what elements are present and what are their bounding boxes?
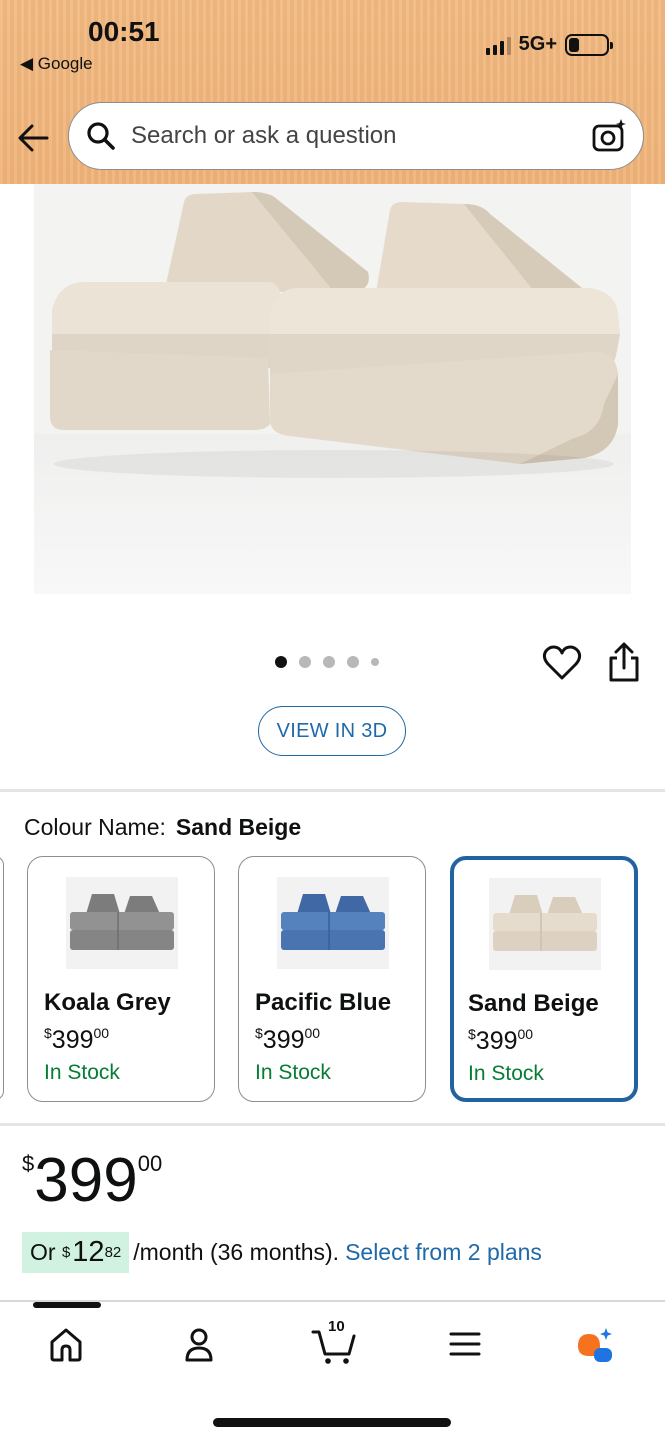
signal-icon [485, 35, 511, 55]
section-divider [0, 789, 665, 792]
swatch-price: $39900 [255, 1025, 321, 1054]
share-icon[interactable] [605, 642, 643, 684]
search-icon [87, 122, 115, 150]
search-bar[interactable]: Search or ask a question [68, 102, 644, 170]
swatch-name: Pacific Blue [255, 989, 392, 1016]
swatch-thumbnail [277, 877, 389, 969]
carousel-dot[interactable] [323, 656, 335, 668]
battery-icon [565, 33, 613, 56]
product-image[interactable] [34, 184, 631, 594]
nav-rufus[interactable] [574, 1322, 618, 1366]
swatch-price: $39900 [44, 1025, 110, 1054]
nav-menu[interactable] [443, 1322, 487, 1366]
nav-cart[interactable]: 10 [310, 1318, 358, 1366]
sofa-image [50, 192, 620, 478]
swatch-option-sand-beige[interactable]: Sand Beige $39900 In Stock [450, 856, 638, 1102]
carousel-dot[interactable] [371, 658, 379, 666]
carousel-dot[interactable] [299, 656, 311, 668]
account-icon [185, 1328, 213, 1362]
cart-count-badge: 10 [328, 1318, 345, 1335]
swatch-option-pacific-blue[interactable]: Pacific Blue $39900 In Stock [238, 856, 426, 1102]
swatch-stock-status: In Stock [44, 1061, 120, 1084]
active-tab-indicator [33, 1302, 101, 1308]
camera-search-icon[interactable] [591, 118, 627, 154]
monthly-payment-row: Or $12 82 /month (36 months). Select from… [22, 1231, 542, 1273]
image-carousel-dots[interactable] [275, 656, 379, 668]
heart-icon[interactable] [542, 644, 582, 682]
back-arrow-icon[interactable] [16, 120, 52, 156]
section-divider [0, 1123, 665, 1126]
price-currency: $ [22, 1151, 35, 1176]
home-indicator [213, 1418, 451, 1427]
swatch-option-koala-grey[interactable]: Koala Grey $39900 In Stock [27, 856, 215, 1102]
swatch-name: Sand Beige [468, 990, 599, 1017]
nav-account[interactable] [177, 1322, 221, 1366]
swatch-stock-status: In Stock [255, 1061, 331, 1084]
carousel-dot[interactable] [275, 656, 287, 668]
colour-label: Colour Name: [24, 814, 166, 840]
nav-home[interactable] [44, 1322, 88, 1366]
monthly-payment-terms: /month (36 months). [133, 1238, 340, 1265]
back-to-app-link[interactable]: ◀ Google [20, 54, 93, 74]
price-main: 399 [34, 1146, 138, 1215]
swatch-thumbnail [66, 877, 178, 969]
status-time: 00:51 [88, 16, 160, 47]
swatch-stock-status: In Stock [468, 1062, 544, 1085]
colour-name-row: Colour Name: Sand Beige [24, 814, 301, 841]
network-type: 5G+ [518, 33, 557, 55]
select-plans-link[interactable]: Select from 2 plans [345, 1239, 542, 1266]
swatch-thumbnail [489, 878, 601, 970]
colour-selected-value: Sand Beige [175, 814, 302, 840]
price-cents: 00 [137, 1151, 163, 1176]
app-header: 00:51 ◀ Google 5G+ Search or ask a quest… [0, 0, 665, 184]
carousel-dot[interactable] [347, 656, 359, 668]
swatch-name: Koala Grey [44, 989, 171, 1016]
monthly-payment-highlight: Or $12 82 [22, 1231, 130, 1273]
home-icon [50, 1328, 82, 1362]
status-indicators: 5G+ [485, 33, 613, 56]
menu-icon [449, 1332, 481, 1356]
product-price: $39900 [22, 1150, 162, 1212]
view-in-3d-button[interactable]: VIEW IN 3D [258, 706, 406, 756]
rufus-assistant-icon [578, 1328, 612, 1362]
swatch-price: $39900 [468, 1026, 534, 1055]
swatch-option-partial[interactable] [0, 856, 4, 1100]
search-input[interactable]: Search or ask a question [131, 122, 591, 150]
